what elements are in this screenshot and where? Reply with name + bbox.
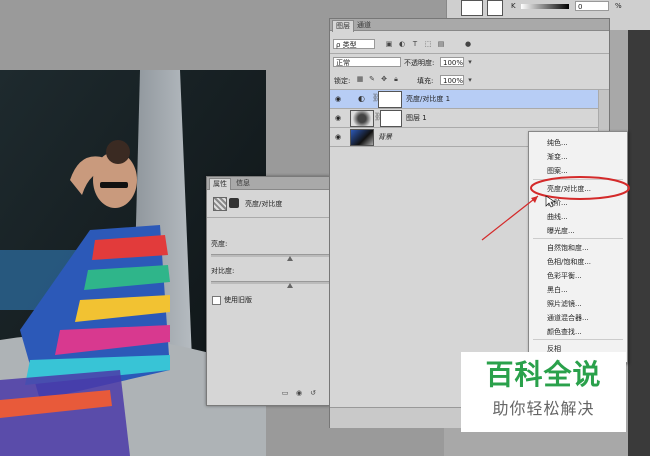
pointer-arrow-head (531, 196, 538, 203)
watermark: 百科全说 助你轻松解决 (461, 352, 626, 432)
watermark-title: 百科全说 (485, 358, 602, 391)
pointer-arrow-line (481, 195, 539, 241)
watermark-subtitle: 助你轻松解决 (492, 399, 595, 418)
